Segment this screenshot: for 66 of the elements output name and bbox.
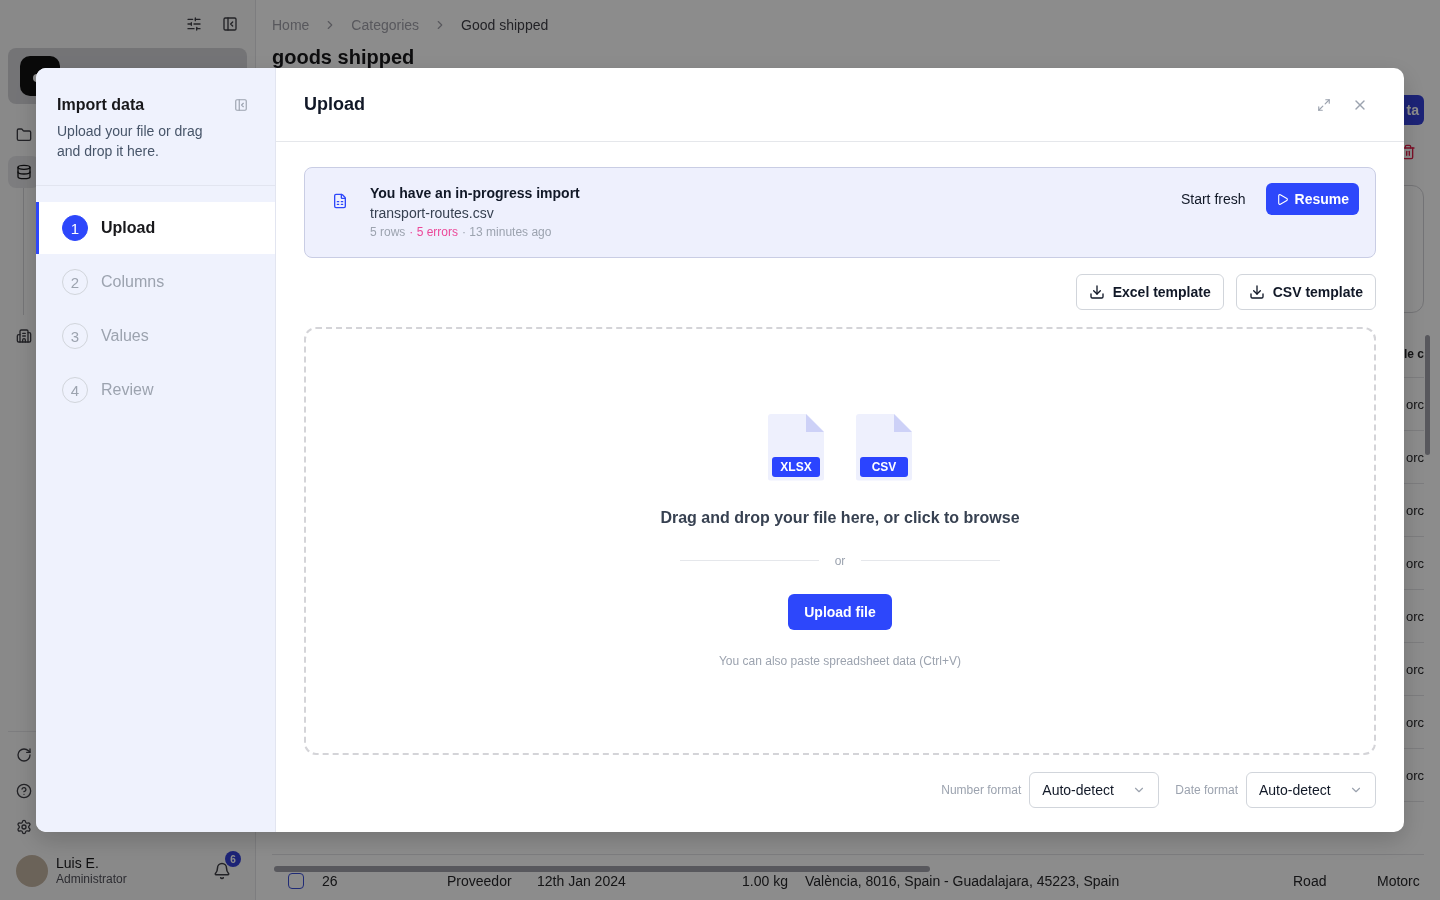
format-select[interactable]: Auto-detect bbox=[1029, 772, 1160, 808]
download-icon bbox=[1088, 284, 1105, 300]
table-cell: orc bbox=[1405, 449, 1424, 465]
column-header: le c bbox=[1404, 346, 1424, 361]
template-button[interactable]: Excel template bbox=[1075, 274, 1224, 310]
database-icon bbox=[16, 164, 32, 180]
user-name: Luis E. bbox=[56, 855, 100, 872]
user-role: Administrator bbox=[56, 872, 127, 887]
bell-icon[interactable] bbox=[213, 862, 231, 880]
option-label: Number format bbox=[941, 783, 1022, 797]
dropzone[interactable]: XLSX CSV Drag and drop your file here, or click to browse or Upload file You can also paste spreadsheet data (Ctrl+V) bbox=[304, 327, 1376, 755]
file-type-label: CSV bbox=[860, 456, 908, 477]
table-cell-text: Motorc bbox=[1377, 873, 1421, 889]
divider-text: or bbox=[834, 552, 846, 569]
panel-description: Upload your file or drag and drop it here. bbox=[57, 122, 204, 161]
play-icon bbox=[1275, 192, 1289, 206]
help-icon[interactable] bbox=[16, 783, 32, 799]
table-cell: orc bbox=[1405, 502, 1424, 518]
panel-title: Import data bbox=[57, 95, 146, 115]
file-icon bbox=[332, 193, 348, 209]
vertical-scrollbar[interactable] bbox=[1425, 335, 1430, 455]
download-icon bbox=[1248, 284, 1265, 300]
dialog-title: Upload bbox=[304, 94, 365, 115]
file-name: transport-routes.csv bbox=[370, 204, 495, 223]
folded-corner-icon bbox=[894, 413, 912, 432]
upload-button[interactable]: Upload file bbox=[788, 593, 892, 630]
table-cell: orc bbox=[1405, 396, 1424, 412]
table-cell-text: 26 bbox=[322, 873, 339, 889]
building-icon bbox=[16, 328, 32, 344]
import-info: 5 rows bbox=[370, 224, 406, 241]
resume-button[interactable]: Resume bbox=[1265, 183, 1359, 215]
template-button[interactable]: CSV template bbox=[1235, 274, 1376, 310]
table-cell-text: 12th Jan 2024 bbox=[537, 873, 627, 889]
table-cell: orc bbox=[1405, 767, 1424, 783]
panel-icon[interactable] bbox=[222, 16, 238, 32]
avatar bbox=[16, 855, 48, 887]
paste-hint: You can also paste spreadsheet data (Ctrl+V) bbox=[718, 652, 961, 669]
settings-icon[interactable] bbox=[16, 819, 32, 835]
table-cell-text: Road bbox=[1293, 873, 1328, 889]
expand-icon bbox=[1317, 97, 1331, 112]
horizontal-scrollbar[interactable] bbox=[274, 866, 930, 872]
table-cell: orc bbox=[1405, 555, 1424, 571]
file-type-label: XLSX bbox=[772, 456, 820, 477]
dropzone-prompt: Drag and drop your file here, or click to browse bbox=[660, 507, 1020, 528]
breadcrumb-link[interactable]: Good shipped bbox=[461, 17, 549, 33]
banner-title: You have an in-progress import bbox=[370, 184, 580, 203]
folded-corner-icon bbox=[806, 413, 824, 432]
notification-badge: 6 bbox=[225, 851, 241, 867]
error-count: · 5 errors bbox=[409, 224, 459, 241]
table-cell-text: València, 8016, Spain - Guadalajara, 45223, Spain bbox=[805, 873, 1121, 889]
import-info: · 13 minutes ago bbox=[462, 224, 552, 241]
table-cell: orc bbox=[1405, 608, 1424, 624]
start-fresh-button[interactable]: Start fresh bbox=[1180, 183, 1246, 215]
page-title: goods shipped bbox=[272, 46, 415, 68]
refresh-icon[interactable] bbox=[16, 747, 32, 763]
row-checkbox[interactable] bbox=[288, 873, 304, 889]
step-number: 1 bbox=[62, 215, 88, 241]
format-select[interactable]: Auto-detect bbox=[1246, 772, 1376, 808]
option-label: Date format bbox=[1175, 783, 1238, 797]
sliders-icon[interactable] bbox=[186, 16, 202, 32]
table-cell-text: 1.00 kg bbox=[742, 873, 789, 889]
table-cell-text: Proveedor bbox=[447, 873, 513, 889]
folder-icon bbox=[16, 127, 32, 143]
step-item[interactable]: 1 Upload bbox=[36, 202, 275, 254]
table-cell: orc bbox=[1405, 661, 1424, 677]
table-cell: orc bbox=[1405, 714, 1424, 730]
